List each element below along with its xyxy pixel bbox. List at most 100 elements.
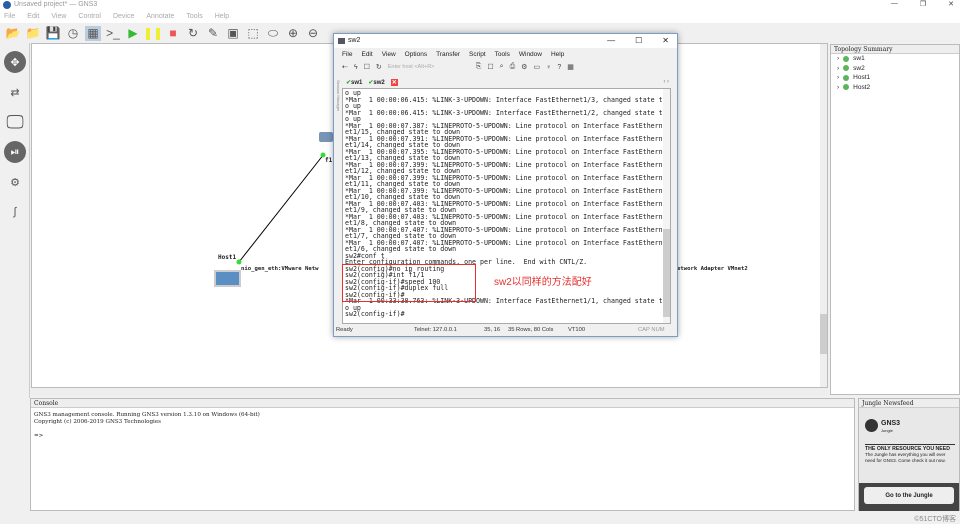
- host1-computer-icon[interactable]: [214, 270, 241, 287]
- menu-annotate[interactable]: Annotate: [146, 13, 174, 21]
- draw-ellipse-icon[interactable]: ⬭: [265, 26, 281, 41]
- tab-scroll-arrows[interactable]: ‹ ›: [663, 79, 669, 85]
- suspend-all-icon[interactable]: ❚❚: [143, 26, 163, 41]
- paste-icon[interactable]: ☐: [487, 63, 493, 71]
- canvas-horizontal-scrollbar[interactable]: [31, 388, 828, 396]
- add-note-icon[interactable]: ✎: [205, 26, 221, 41]
- gns3-jungle-logo-icon: [865, 419, 878, 432]
- draw-rectangle-icon[interactable]: ⬚: [245, 26, 261, 41]
- terminal-maximize-button[interactable]: ☐: [635, 36, 642, 45]
- menu-view[interactable]: View: [51, 13, 66, 21]
- enter-host-input[interactable]: Enter host <Alt+R>: [388, 64, 470, 70]
- topology-summary-panel: Topology Summary › sw1 › sw2 › Host1 › Host2: [830, 44, 960, 395]
- console-line: Copyright (c) 2006-2019 GNS3 Technologie…: [34, 419, 162, 425]
- new-project-icon[interactable]: 📂: [5, 26, 21, 41]
- menu-control[interactable]: Control: [78, 13, 101, 21]
- topology-item-host2[interactable]: › Host2: [831, 83, 959, 93]
- terminal-line: sw2(config-if)#: [345, 310, 405, 318]
- menu-tools[interactable]: Tools: [186, 13, 202, 21]
- status-green-icon: [843, 55, 850, 62]
- terminal-menu-options[interactable]: Options: [405, 51, 427, 58]
- keymap-icon[interactable]: ▭: [533, 63, 540, 71]
- canvas-vertical-scrollbar[interactable]: [820, 44, 827, 387]
- app-title-bar: Unsaved project* — GNS3: [0, 0, 960, 11]
- minimize-button[interactable]: —: [891, 0, 898, 8]
- close-tab-icon[interactable]: ✕: [390, 78, 398, 86]
- end-devices-icon[interactable]: 🖵: [4, 111, 26, 133]
- connect-icon[interactable]: ⇠: [342, 63, 348, 71]
- maximize-button[interactable]: ❐: [920, 0, 926, 8]
- session-manager-tab[interactable]: Session Manager: [334, 80, 341, 170]
- add-link-icon[interactable]: ∫: [4, 201, 26, 223]
- save-project-icon[interactable]: 💾: [45, 26, 61, 41]
- insert-picture-icon[interactable]: ▣: [225, 26, 241, 41]
- device-sidebar: ✥ ⇄ 🖵 ⏯ ⚙ ∫: [0, 43, 30, 398]
- switch-icon[interactable]: [319, 132, 333, 142]
- highlight-box: [342, 264, 476, 302]
- status-green-icon: [843, 74, 850, 81]
- terminal-menu-transfer[interactable]: Transfer: [436, 51, 460, 58]
- terminal-scrollbar[interactable]: [663, 89, 670, 323]
- menu-help[interactable]: Help: [215, 13, 229, 21]
- tab-sw2[interactable]: ✔sw2: [368, 79, 384, 86]
- terminal-close-button[interactable]: ✕: [662, 36, 669, 45]
- tab-sw1[interactable]: ✔sw1: [346, 79, 362, 86]
- app-title: Unsaved project* — GNS3: [14, 1, 98, 8]
- go-to-jungle-button[interactable]: Go to the Jungle: [864, 487, 954, 504]
- console-panel[interactable]: Console GNS3 management console. Running…: [30, 398, 855, 511]
- terminal-app-icon: [338, 38, 345, 44]
- quick-connect-icon[interactable]: ϟ: [354, 64, 358, 71]
- open-project-icon[interactable]: 📁: [25, 26, 41, 41]
- terminal-menu-tools[interactable]: Tools: [495, 51, 510, 58]
- jungle-text: The Jungle has everything you will ever …: [865, 452, 946, 463]
- terminal-menu-file[interactable]: File: [342, 51, 352, 58]
- routers-icon[interactable]: ✥: [4, 51, 26, 73]
- main-toolbar: 📂 📁 💾 ◷ ▦ >_ ▶ ❚❚ ■ ↻ ✎ ▣ ⬚ ⬭ ⊕ ⊖: [0, 23, 330, 43]
- status-connection: Telnet: 127.0.0.1: [414, 327, 457, 333]
- terminal-line: *Mar 1 00:00:06.415: %LINK-3-UPDOWN: Int…: [345, 95, 663, 104]
- console-prompt: =>: [34, 433, 44, 439]
- reconnect-icon[interactable]: ↻: [376, 63, 382, 71]
- status-caps-num: CAP NUM: [638, 327, 665, 333]
- menu-device[interactable]: Device: [113, 13, 134, 21]
- topology-item-sw1[interactable]: › sw1: [831, 54, 959, 64]
- terminal-menu-edit[interactable]: Edit: [361, 51, 372, 58]
- all-devices-icon[interactable]: ⚙: [4, 171, 26, 193]
- host1-label: Host1: [218, 254, 237, 261]
- stop-all-icon[interactable]: ■: [165, 26, 181, 41]
- terminal-minimize-button[interactable]: —: [607, 36, 615, 45]
- topology-item-sw2[interactable]: › sw2: [831, 64, 959, 74]
- settings-icon[interactable]: ⚙: [521, 63, 527, 71]
- close-button[interactable]: ✕: [948, 0, 954, 8]
- zoom-out-icon[interactable]: ⊖: [305, 26, 321, 41]
- status-terminal-type: VT100: [568, 327, 586, 333]
- topology-item-host1[interactable]: › Host1: [831, 73, 959, 83]
- terminal-menu-script[interactable]: Script: [469, 51, 486, 58]
- find-icon[interactable]: ⌕: [500, 63, 504, 71]
- terminal-menu-window[interactable]: Window: [519, 51, 542, 58]
- reload-all-icon[interactable]: ↻: [185, 26, 201, 41]
- console-all-icon[interactable]: >_: [105, 26, 121, 41]
- terminal-title: sw2: [348, 37, 361, 44]
- key-icon[interactable]: ♀: [546, 64, 551, 71]
- gns3-app-icon: [3, 1, 11, 9]
- snapshot-clock-icon[interactable]: ◷: [65, 26, 81, 41]
- terminal-menu-help[interactable]: Help: [551, 51, 564, 58]
- link-status-dot-host1: [236, 259, 242, 265]
- menu-file[interactable]: File: [4, 13, 15, 21]
- help-icon[interactable]: ?: [557, 64, 561, 71]
- switches-icon[interactable]: ⇄: [4, 81, 26, 103]
- terminal-toolbar: ⇠ ϟ ☐ ↻ Enter host <Alt+R> ⎘ ☐ ⌕ ⎙ ⚙ ▭ ♀? ▦: [342, 63, 574, 71]
- jungle-newsfeed-panel: Jungle Newsfeed GNS3 Jungle THE ONLY RES…: [858, 398, 960, 511]
- new-tab-icon[interactable]: ☐: [364, 63, 370, 71]
- start-all-icon[interactable]: ▶: [125, 26, 141, 41]
- terminal-menu-view[interactable]: View: [382, 51, 396, 58]
- copy-icon[interactable]: ⎘: [476, 63, 482, 71]
- sftp-icon[interactable]: ▦: [567, 63, 574, 71]
- topology-item-label: sw2: [853, 64, 865, 72]
- zoom-in-icon[interactable]: ⊕: [285, 26, 301, 41]
- show-interface-labels-icon[interactable]: ▦: [85, 25, 101, 41]
- menu-edit[interactable]: Edit: [27, 13, 39, 21]
- security-devices-icon[interactable]: ⏯: [4, 141, 26, 163]
- print-icon[interactable]: ⎙: [510, 63, 516, 71]
